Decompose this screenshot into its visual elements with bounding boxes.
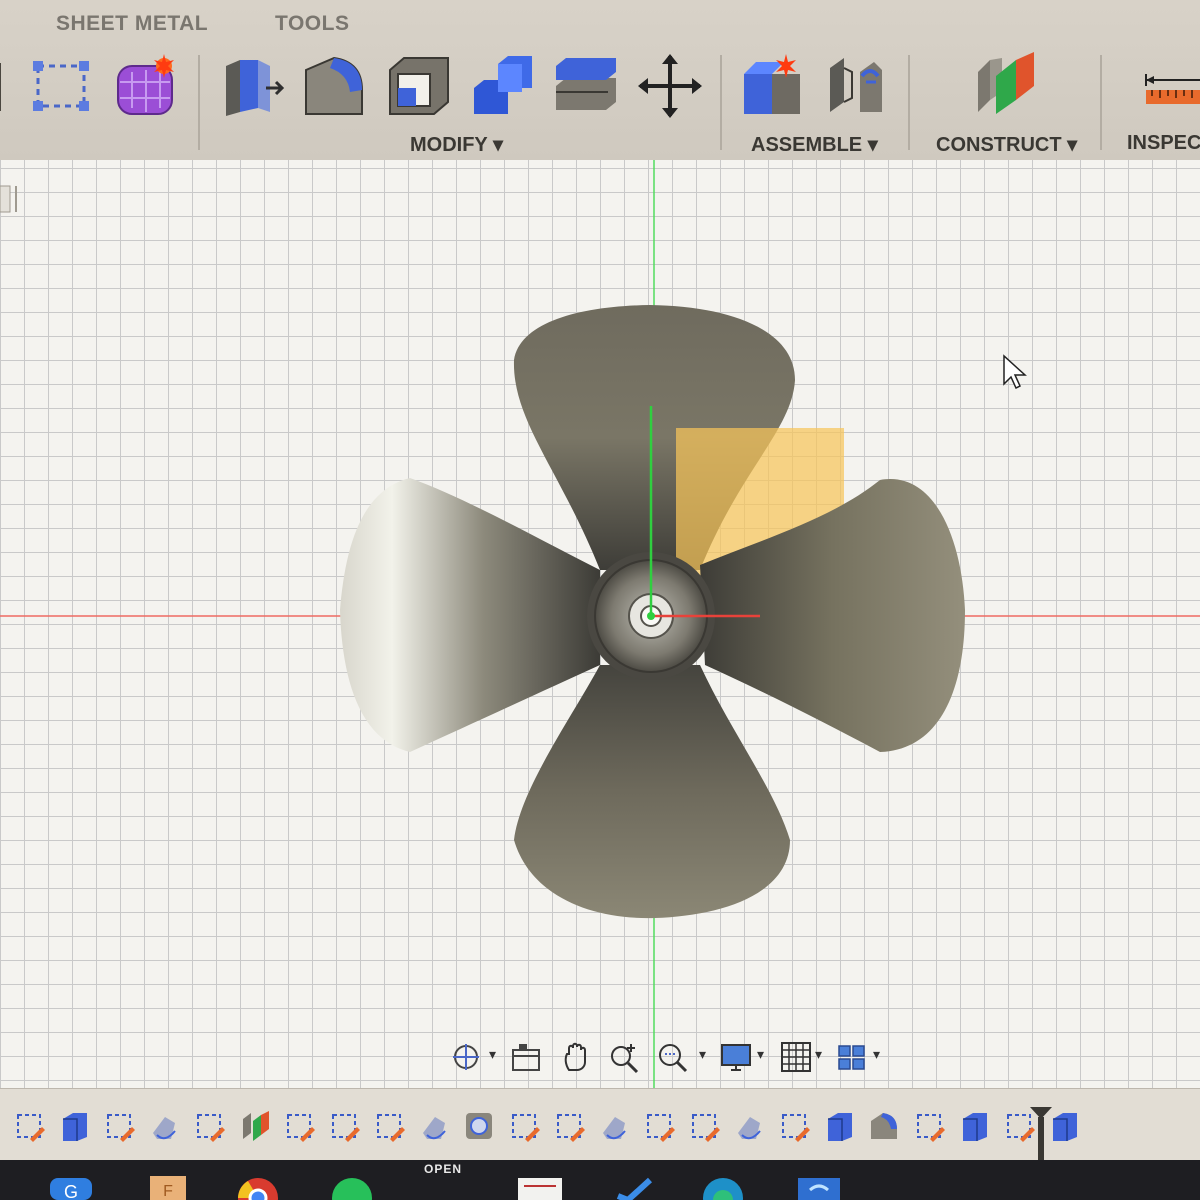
chevron-down-icon: ▾ (492, 134, 504, 156)
whatsapp-icon[interactable] (330, 1174, 374, 1200)
timeline-sketch-icon[interactable] (642, 1109, 676, 1143)
chevron-down-icon: ▾ (1067, 134, 1078, 156)
svg-text:F: F (163, 1183, 173, 1200)
zoom-icon[interactable] (607, 1040, 641, 1074)
timeline-sketch-icon[interactable] (102, 1109, 136, 1143)
timeline-fillet-icon[interactable] (867, 1109, 901, 1143)
svg-text:G: G (64, 1182, 78, 1200)
browser-collapse-icon[interactable] (0, 182, 24, 222)
chevron-down-icon: ▾ (867, 134, 878, 156)
timeline-construct-plane-icon[interactable] (237, 1109, 271, 1143)
shell-icon[interactable] (384, 52, 452, 120)
toolbar-separator (720, 55, 722, 150)
toolbar-separator (1100, 55, 1102, 150)
timeline-extrude-icon[interactable] (957, 1109, 991, 1143)
model-scene (0, 160, 1200, 1088)
partial-create-icon[interactable] (0, 52, 10, 120)
create-form-icon[interactable] (112, 52, 180, 120)
timeline-revolve-icon[interactable] (147, 1109, 181, 1143)
tab-tools[interactable]: TOOLS (275, 12, 349, 36)
look-at-icon[interactable] (509, 1040, 543, 1074)
timeline-sketch-icon[interactable] (327, 1109, 361, 1143)
taskbar: G F OPEN (0, 1160, 1200, 1200)
timeline-sketch-icon[interactable] (777, 1109, 811, 1143)
chevron-down-icon[interactable]: ▾ (815, 1046, 822, 1063)
store-app-icon[interactable] (796, 1174, 842, 1200)
toolbar-separator (198, 55, 200, 150)
display-settings-icon[interactable] (719, 1040, 753, 1074)
mouse-cursor-icon (1003, 354, 1027, 390)
timeline-sketch-icon[interactable] (687, 1109, 721, 1143)
chevron-down-icon[interactable]: ▾ (699, 1046, 706, 1063)
construct-menu[interactable]: CONSTRUCT ▾ (936, 132, 1077, 157)
offset-face-icon[interactable] (552, 52, 620, 120)
chevron-down-icon[interactable]: ▾ (489, 1046, 496, 1063)
timeline-sketch-icon[interactable] (912, 1109, 946, 1143)
timeline-sketch-icon[interactable] (372, 1109, 406, 1143)
timeline (0, 1088, 1200, 1161)
timeline-sketch-icon[interactable] (282, 1109, 316, 1143)
grid-settings-icon[interactable] (779, 1040, 813, 1074)
chrome-icon[interactable] (236, 1174, 280, 1200)
toolbar: SHEET METAL TOOLS MODIFY ▾ ASSEMBLE ▾ CO… (0, 0, 1200, 162)
sketch-rectangle-icon[interactable] (28, 52, 96, 120)
fit-icon[interactable] (655, 1040, 689, 1074)
propeller-blade-left[interactable] (340, 478, 600, 752)
toolbar-separator (908, 55, 910, 150)
chevron-down-icon[interactable]: ▾ (873, 1046, 880, 1063)
openlp-label[interactable]: OPEN (424, 1162, 462, 1176)
timeline-revolve-icon[interactable] (732, 1109, 766, 1143)
timeline-sketch-icon[interactable] (12, 1109, 46, 1143)
timeline-revolve-icon[interactable] (597, 1109, 631, 1143)
fillet-icon[interactable] (300, 52, 368, 120)
timeline-hole-icon[interactable] (462, 1109, 496, 1143)
timeline-extrude-icon[interactable] (822, 1109, 856, 1143)
timeline-sketch-icon[interactable] (507, 1109, 541, 1143)
app-icon-g[interactable]: G (48, 1174, 94, 1200)
timeline-sketch-icon[interactable] (192, 1109, 226, 1143)
orbit-icon[interactable] (449, 1040, 483, 1074)
modify-menu[interactable]: MODIFY ▾ (410, 132, 503, 157)
press-pull-icon[interactable] (218, 52, 286, 120)
canvas-viewport[interactable] (0, 160, 1200, 1088)
checkmark-app-icon[interactable] (612, 1174, 654, 1200)
tab-sheet-metal[interactable]: SHEET METAL (56, 12, 208, 36)
document-app-icon[interactable] (516, 1174, 564, 1200)
joint-icon[interactable] (822, 52, 890, 120)
edge-browser-icon[interactable] (700, 1174, 746, 1200)
move-copy-icon[interactable] (636, 52, 704, 120)
timeline-sketch-icon[interactable] (552, 1109, 586, 1143)
pan-icon[interactable] (559, 1040, 593, 1074)
offset-plane-icon[interactable] (972, 52, 1040, 120)
timeline-revolve-icon[interactable] (417, 1109, 451, 1143)
measure-icon[interactable] (1140, 52, 1200, 120)
combine-icon[interactable] (468, 52, 536, 120)
navigation-bar: ▾ ▾ ▾ ▾ ▾ (445, 1030, 890, 1082)
chevron-down-icon[interactable]: ▾ (757, 1046, 764, 1063)
inspect-menu[interactable]: INSPECT (1127, 132, 1200, 155)
new-component-icon[interactable] (738, 52, 806, 120)
propeller-blade-bottom[interactable] (514, 665, 790, 919)
fusion-app-icon[interactable]: F (146, 1174, 188, 1200)
assemble-menu[interactable]: ASSEMBLE ▾ (751, 132, 878, 157)
viewports-icon[interactable] (835, 1040, 869, 1074)
timeline-marker[interactable] (1028, 1105, 1054, 1161)
timeline-extrude-icon[interactable] (57, 1109, 91, 1143)
